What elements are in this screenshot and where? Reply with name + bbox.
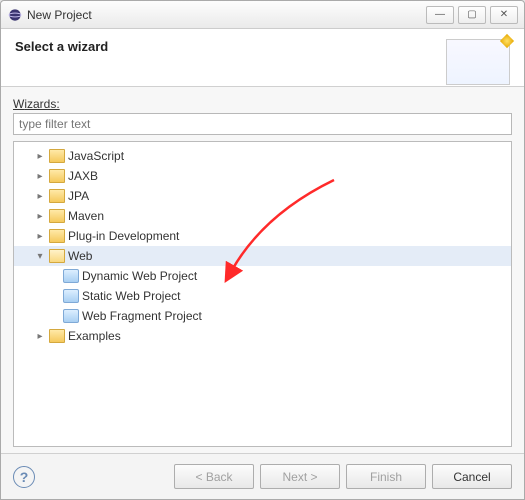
- maximize-button[interactable]: ▢: [458, 6, 486, 24]
- wizards-label: Wizards:: [13, 97, 512, 111]
- wizard-icon: [63, 309, 79, 323]
- finish-button[interactable]: Finish: [346, 464, 426, 489]
- tree-item-plugin-dev[interactable]: ▸ Plug-in Development: [14, 226, 511, 246]
- page-heading: Select a wizard: [15, 39, 108, 54]
- help-button[interactable]: ?: [13, 466, 35, 488]
- tree-item-label: Plug-in Development: [68, 229, 179, 243]
- collapse-icon[interactable]: ▾: [34, 251, 46, 262]
- titlebar: New Project — ▢ ✕: [1, 1, 524, 29]
- expand-icon[interactable]: ▸: [34, 151, 46, 162]
- folder-icon: [49, 329, 65, 343]
- body: Wizards: ▸ JavaScript ▸ JAXB ▸ JPA ▸ Maven ▸ Plug…: [1, 87, 524, 453]
- back-button[interactable]: < Back: [174, 464, 254, 489]
- tree-item-web[interactable]: ▾ Web: [14, 246, 511, 266]
- wizard-icon: [63, 269, 79, 283]
- tree-item-swp[interactable]: Static Web Project: [14, 286, 511, 306]
- window-title: New Project: [27, 8, 426, 22]
- expand-icon[interactable]: ▸: [34, 331, 46, 342]
- cancel-button[interactable]: Cancel: [432, 464, 512, 489]
- eclipse-icon: [7, 7, 23, 23]
- wizard-icon: [63, 289, 79, 303]
- wizard-banner-icon: [446, 39, 510, 85]
- tree-item-label: Static Web Project: [82, 289, 180, 303]
- tree-item-jaxb[interactable]: ▸ JAXB: [14, 166, 511, 186]
- tree-item-label: Web: [68, 249, 92, 263]
- footer: ? < Back Next > Finish Cancel: [1, 453, 524, 499]
- tree-item-maven[interactable]: ▸ Maven: [14, 206, 511, 226]
- tree-item-label: JPA: [68, 189, 89, 203]
- tree-item-examples[interactable]: ▸ Examples: [14, 326, 511, 346]
- wizard-tree[interactable]: ▸ JavaScript ▸ JAXB ▸ JPA ▸ Maven ▸ Plug-in Devel…: [13, 141, 512, 447]
- expand-icon[interactable]: ▸: [34, 211, 46, 222]
- tree-item-javascript[interactable]: ▸ JavaScript: [14, 146, 511, 166]
- expand-icon[interactable]: ▸: [34, 171, 46, 182]
- folder-icon: [49, 149, 65, 163]
- tree-item-label: Web Fragment Project: [82, 309, 202, 323]
- banner: Select a wizard: [1, 29, 524, 87]
- folder-icon: [49, 209, 65, 223]
- folder-icon: [49, 189, 65, 203]
- window-buttons: — ▢ ✕: [426, 6, 518, 24]
- new-project-dialog: New Project — ▢ ✕ Select a wizard Wizard…: [0, 0, 525, 500]
- tree-item-jpa[interactable]: ▸ JPA: [14, 186, 511, 206]
- tree-item-label: JAXB: [68, 169, 98, 183]
- next-button[interactable]: Next >: [260, 464, 340, 489]
- tree-item-wfp[interactable]: Web Fragment Project: [14, 306, 511, 326]
- close-button[interactable]: ✕: [490, 6, 518, 24]
- expand-icon[interactable]: ▸: [34, 231, 46, 242]
- tree-item-dwp[interactable]: Dynamic Web Project: [14, 266, 511, 286]
- expand-icon[interactable]: ▸: [34, 191, 46, 202]
- minimize-button[interactable]: —: [426, 6, 454, 24]
- tree-item-label: JavaScript: [68, 149, 124, 163]
- folder-open-icon: [49, 249, 65, 263]
- tree-item-label: Maven: [68, 209, 104, 223]
- tree-item-label: Dynamic Web Project: [82, 269, 197, 283]
- tree-item-label: Examples: [68, 329, 121, 343]
- folder-icon: [49, 229, 65, 243]
- filter-input[interactable]: [13, 113, 512, 135]
- folder-icon: [49, 169, 65, 183]
